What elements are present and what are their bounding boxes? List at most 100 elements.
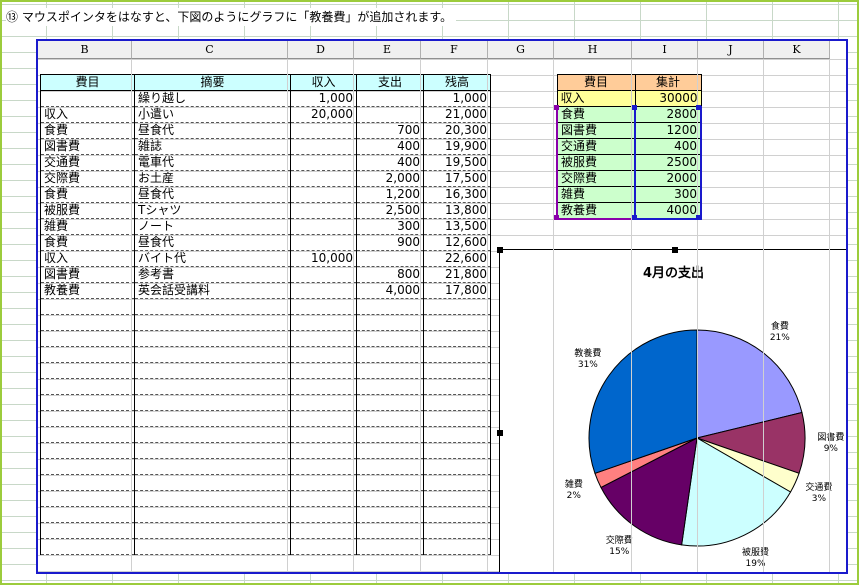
ledger-cell[interactable] <box>423 378 491 395</box>
ledger-cell[interactable]: 小遣い <box>134 106 291 123</box>
ledger-cell[interactable] <box>356 106 424 123</box>
spreadsheet[interactable]: BCDEFGHIJK 費目 摘要 収入 支出 残高 繰り越し 1,000 1,000 収入 小遣… <box>36 39 848 574</box>
ledger-cell[interactable] <box>423 394 491 411</box>
ledger-cell[interactable]: 教養費 <box>40 282 135 299</box>
ledger-cell[interactable] <box>134 426 291 443</box>
ledger-cell[interactable] <box>423 426 491 443</box>
ledger-cell[interactable] <box>356 506 424 523</box>
ledger-cell[interactable]: お土産 <box>134 170 291 187</box>
summary-label-cell[interactable]: 収入 <box>556 90 636 107</box>
ledger-cell[interactable] <box>134 362 291 379</box>
ledger-cell[interactable]: 400 <box>356 154 424 171</box>
ledger-cell[interactable]: 1,000 <box>423 90 491 107</box>
ledger-cell[interactable] <box>290 186 357 203</box>
summary-header-cell[interactable]: 費目 <box>556 74 636 91</box>
ledger-cell[interactable]: 繰り越し <box>134 90 291 107</box>
summary-value-cell[interactable]: 2500 <box>634 154 702 171</box>
ledger-cell[interactable]: 10,000 <box>290 250 357 267</box>
summary-value-cell[interactable]: 30000 <box>634 90 702 107</box>
ledger-cell[interactable] <box>40 378 135 395</box>
ledger-cell[interactable] <box>290 298 357 315</box>
summary-value-cell[interactable]: 400 <box>634 138 702 155</box>
ledger-cell[interactable] <box>423 362 491 379</box>
ledger-cell[interactable] <box>290 378 357 395</box>
ledger-cell[interactable] <box>290 314 357 331</box>
ledger-cell[interactable]: 図書費 <box>40 266 135 283</box>
ledger-cell[interactable]: 交通費 <box>40 154 135 171</box>
ledger-cell[interactable] <box>40 410 135 427</box>
ledger-cell[interactable]: 交際費 <box>40 170 135 187</box>
summary-value-cell[interactable]: 2000 <box>634 170 702 187</box>
summary-label-cell[interactable]: 食費 <box>556 106 636 123</box>
ledger-cell[interactable] <box>423 442 491 459</box>
ledger-cell[interactable] <box>356 346 424 363</box>
ledger-cell[interactable]: 食費 <box>40 122 135 139</box>
ledger-cell[interactable]: 400 <box>356 138 424 155</box>
column-header-j[interactable]: J <box>698 41 764 59</box>
summary-label-cell[interactable]: 交通費 <box>556 138 636 155</box>
ledger-cell[interactable]: 2,500 <box>356 202 424 219</box>
ledger-cell[interactable] <box>423 506 491 523</box>
ledger-cell[interactable] <box>134 298 291 315</box>
ledger-cell[interactable]: 21,000 <box>423 106 491 123</box>
column-header-e[interactable]: E <box>354 41 421 59</box>
ledger-cell[interactable] <box>356 442 424 459</box>
ledger-cell[interactable]: 12,600 <box>423 234 491 251</box>
ledger-cell[interactable]: 昼食代 <box>134 122 291 139</box>
ledger-cell[interactable] <box>290 346 357 363</box>
ledger-cell[interactable] <box>423 474 491 491</box>
summary-label-cell[interactable]: 雑費 <box>556 186 636 203</box>
ledger-cell[interactable] <box>356 474 424 491</box>
ledger-cell[interactable] <box>134 394 291 411</box>
ledger-cell[interactable] <box>290 122 357 139</box>
ledger-cell[interactable] <box>290 442 357 459</box>
ledger-cell[interactable]: 図書費 <box>40 138 135 155</box>
ledger-cell[interactable]: 4,000 <box>356 282 424 299</box>
ledger-cell[interactable]: 雑費 <box>40 218 135 235</box>
ledger-cell[interactable]: 20,000 <box>290 106 357 123</box>
ledger-cell[interactable]: 昼食代 <box>134 234 291 251</box>
column-header-b[interactable]: B <box>38 41 132 59</box>
ledger-cell[interactable] <box>134 330 291 347</box>
ledger-cell[interactable] <box>290 426 357 443</box>
ledger-cell[interactable] <box>40 538 135 555</box>
chart-resize-handle[interactable] <box>497 247 503 253</box>
ledger-cell[interactable] <box>40 506 135 523</box>
ledger-cell[interactable] <box>290 394 357 411</box>
ledger-cell[interactable] <box>356 394 424 411</box>
summary-label-cell[interactable]: 教養費 <box>556 202 636 220</box>
ledger-cell[interactable]: 1,200 <box>356 186 424 203</box>
ledger-cell[interactable] <box>356 410 424 427</box>
ledger-cell[interactable] <box>40 458 135 475</box>
ledger-header-cell[interactable]: 摘要 <box>134 74 291 91</box>
ledger-header-cell[interactable]: 支出 <box>356 74 424 91</box>
column-header-g[interactable]: G <box>488 41 554 59</box>
ledger-cell[interactable] <box>423 538 491 555</box>
ledger-cell[interactable]: 22,600 <box>423 250 491 267</box>
ledger-cell[interactable]: 13,500 <box>423 218 491 235</box>
ledger-cell[interactable] <box>40 442 135 459</box>
ledger-cell[interactable] <box>290 202 357 219</box>
ledger-cell[interactable]: 昼食代 <box>134 186 291 203</box>
ledger-cell[interactable] <box>290 458 357 475</box>
ledger-header-cell[interactable]: 残高 <box>423 74 491 91</box>
ledger-cell[interactable] <box>423 458 491 475</box>
ledger-cell[interactable]: 800 <box>356 266 424 283</box>
ledger-cell[interactable]: 700 <box>356 122 424 139</box>
ledger-cell[interactable]: 食費 <box>40 186 135 203</box>
ledger-cell[interactable] <box>290 538 357 555</box>
ledger-cell[interactable] <box>423 522 491 539</box>
column-header-d[interactable]: D <box>288 41 354 59</box>
chart-resize-handle[interactable] <box>497 430 503 436</box>
ledger-cell[interactable] <box>356 362 424 379</box>
summary-value-cell[interactable]: 2800 <box>634 106 702 123</box>
ledger-cell[interactable] <box>290 138 357 155</box>
ledger-cell[interactable] <box>134 314 291 331</box>
ledger-cell[interactable]: 17,800 <box>423 282 491 299</box>
ledger-cell[interactable]: 300 <box>356 218 424 235</box>
column-header-k[interactable]: K <box>764 41 830 59</box>
ledger-cell[interactable] <box>423 410 491 427</box>
ledger-cell[interactable]: 収入 <box>40 250 135 267</box>
ledger-cell[interactable] <box>356 426 424 443</box>
ledger-cell[interactable] <box>356 538 424 555</box>
